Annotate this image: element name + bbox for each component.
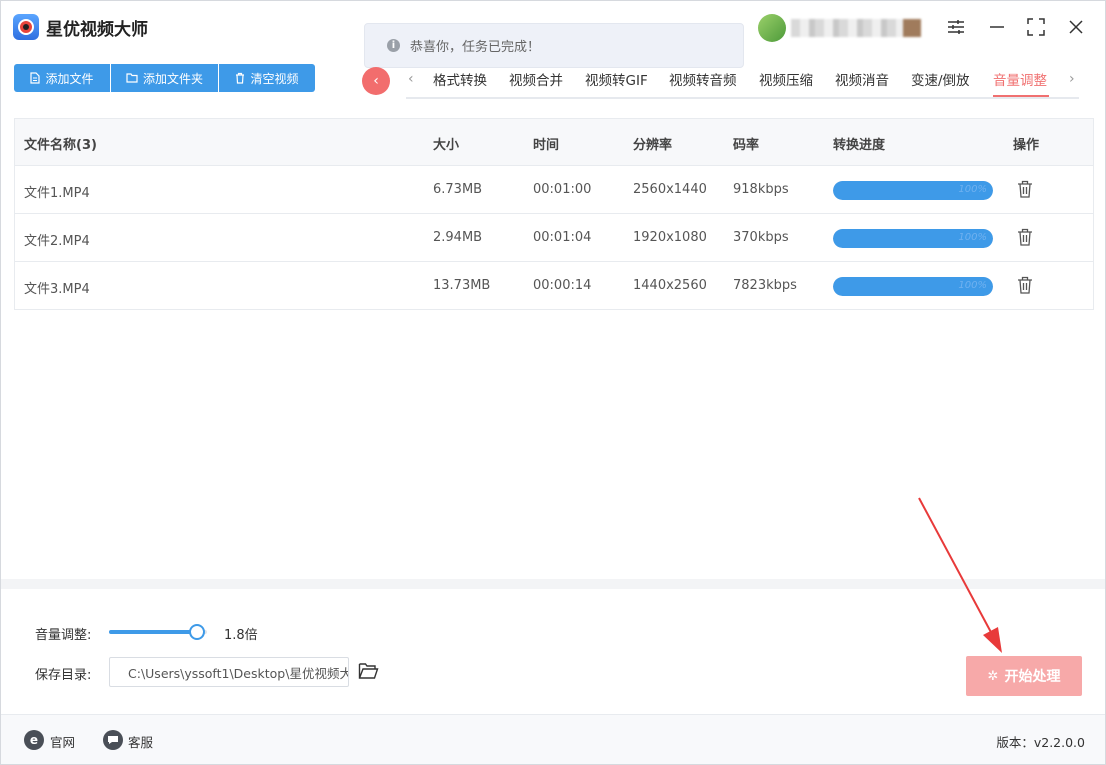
file-bitrate: 7823kbps (733, 278, 797, 293)
progress-bar: 100% (833, 229, 993, 248)
header-bitrate: 码率 (733, 138, 760, 153)
save-dir-label: 保存目录: (35, 668, 92, 683)
toast-message: 恭喜你，任务已完成！ (410, 40, 541, 55)
add-folder-button[interactable]: 添加文件夹 (111, 64, 218, 92)
tab-video-to-audio[interactable]: 视频转音频 (669, 69, 737, 89)
website-icon[interactable]: e (24, 730, 44, 750)
info-icon: i (387, 39, 400, 52)
header-size: 大小 (433, 138, 460, 153)
progress-label: 100% (958, 232, 987, 243)
website-link[interactable]: 官网 (50, 732, 75, 751)
table-header: 文件名称(3) 大小 时间 分辨率 码率 转换进度 操作 (14, 118, 1094, 166)
header-resolution: 分辨率 (633, 138, 673, 153)
trash-icon (236, 72, 245, 84)
clear-videos-label: 清空视频 (250, 71, 299, 86)
close-icon[interactable] (1064, 15, 1088, 39)
file-size: 2.94MB (433, 230, 483, 245)
clear-videos-button[interactable]: 清空视频 (219, 64, 315, 92)
progress-label: 100% (958, 184, 987, 195)
file-size: 6.73MB (433, 182, 483, 197)
folder-icon (126, 73, 138, 83)
tab-video-to-gif[interactable]: 视频转GIF (585, 69, 648, 89)
open-folder-icon[interactable] (358, 662, 379, 680)
user-avatar[interactable] (758, 14, 786, 42)
file-resolution: 1440x2560 (633, 278, 707, 293)
file-size: 13.73MB (433, 278, 491, 293)
file-resolution: 2560x1440 (633, 182, 707, 197)
file-name: 文件3.MP4 (24, 282, 90, 297)
table-row[interactable]: 文件3.MP4 13.73MB 00:00:14 1440x2560 7823k… (14, 262, 1094, 310)
version-label: 版本：v2.2.0.0 (996, 735, 1085, 750)
header-file-name: 文件名称(3) (24, 138, 97, 153)
progress-label: 100% (958, 280, 987, 291)
file-duration: 00:01:04 (533, 230, 592, 245)
volume-label: 音量调整: (35, 628, 92, 643)
app-window: 星优视频大师 i 恭喜你，任务已完成！ 添加文件 添加文件夹 清空视频 ‹ ‹ … (0, 0, 1106, 765)
function-tabs (406, 63, 1079, 99)
progress-bar: 100% (833, 181, 993, 200)
file-name: 文件2.MP4 (24, 234, 90, 249)
file-table: 文件名称(3) 大小 时间 分辨率 码率 转换进度 操作 文件1.MP4 6.7… (14, 118, 1094, 580)
table-row[interactable]: 文件2.MP4 2.94MB 00:01:04 1920x1080 370kbp… (14, 214, 1094, 262)
file-bitrate: 918kbps (733, 182, 789, 197)
footer: e 官网 客服 版本：v2.2.0.0 (1, 714, 1105, 764)
start-process-button[interactable]: ✲ 开始处理 (966, 656, 1082, 696)
settings-sliders-icon[interactable] (944, 15, 968, 39)
file-bitrate: 370kbps (733, 230, 789, 245)
tab-video-merge[interactable]: 视频合并 (509, 69, 563, 89)
success-toast: i 恭喜你，任务已完成！ (364, 23, 744, 68)
tab-speed-reverse[interactable]: 变速/倒放 (911, 69, 970, 89)
add-file-button[interactable]: 添加文件 (14, 64, 110, 92)
header-progress: 转换进度 (833, 138, 886, 153)
delete-trash-icon[interactable] (1017, 180, 1033, 198)
tab-video-mute[interactable]: 视频消音 (835, 69, 889, 89)
tabs-scroll-right-icon[interactable]: › (1069, 71, 1075, 87)
gear-spinner-icon: ✲ (987, 668, 999, 684)
header-time: 时间 (533, 138, 560, 153)
active-tab-underline (993, 95, 1049, 97)
save-dir-field[interactable]: C:\Users\yssoft1\Desktop\星优视频大师 (109, 657, 349, 687)
volume-value: 1.8倍 (224, 628, 258, 643)
table-row[interactable]: 文件1.MP4 6.73MB 00:01:00 2560x1440 918kbp… (14, 166, 1094, 214)
save-dir-value: C:\Users\yssoft1\Desktop\星优视频大师 (128, 665, 349, 681)
section-divider (1, 579, 1105, 589)
file-icon (30, 72, 41, 84)
back-chevron-icon[interactable]: ‹ (362, 67, 390, 95)
tabs-scroll-left-icon[interactable]: ‹ (408, 71, 414, 87)
tab-video-compress[interactable]: 视频压缩 (759, 69, 813, 89)
volume-slider-handle[interactable] (189, 624, 206, 640)
file-duration: 00:01:00 (533, 182, 592, 197)
file-resolution: 1920x1080 (633, 230, 707, 245)
file-name: 文件1.MP4 (24, 186, 90, 201)
progress-bar: 100% (833, 277, 993, 296)
delete-trash-icon[interactable] (1017, 228, 1033, 246)
maximize-icon[interactable] (1024, 15, 1048, 39)
minimize-icon[interactable] (985, 15, 1009, 39)
add-file-label: 添加文件 (45, 71, 94, 86)
user-name-blurred[interactable] (791, 19, 921, 37)
delete-trash-icon[interactable] (1017, 276, 1033, 294)
tab-volume-adjust[interactable]: 音量调整 (993, 69, 1047, 89)
support-chat-icon[interactable] (103, 730, 123, 750)
file-duration: 00:00:14 (533, 278, 592, 293)
support-link[interactable]: 客服 (128, 732, 153, 751)
app-logo-icon (13, 14, 39, 40)
app-title: 星优视频大师 (46, 20, 148, 40)
add-folder-label: 添加文件夹 (142, 71, 203, 86)
start-process-label: 开始处理 (1004, 669, 1061, 685)
header-action: 操作 (1013, 138, 1040, 153)
tab-format-convert[interactable]: 格式转换 (433, 69, 487, 89)
